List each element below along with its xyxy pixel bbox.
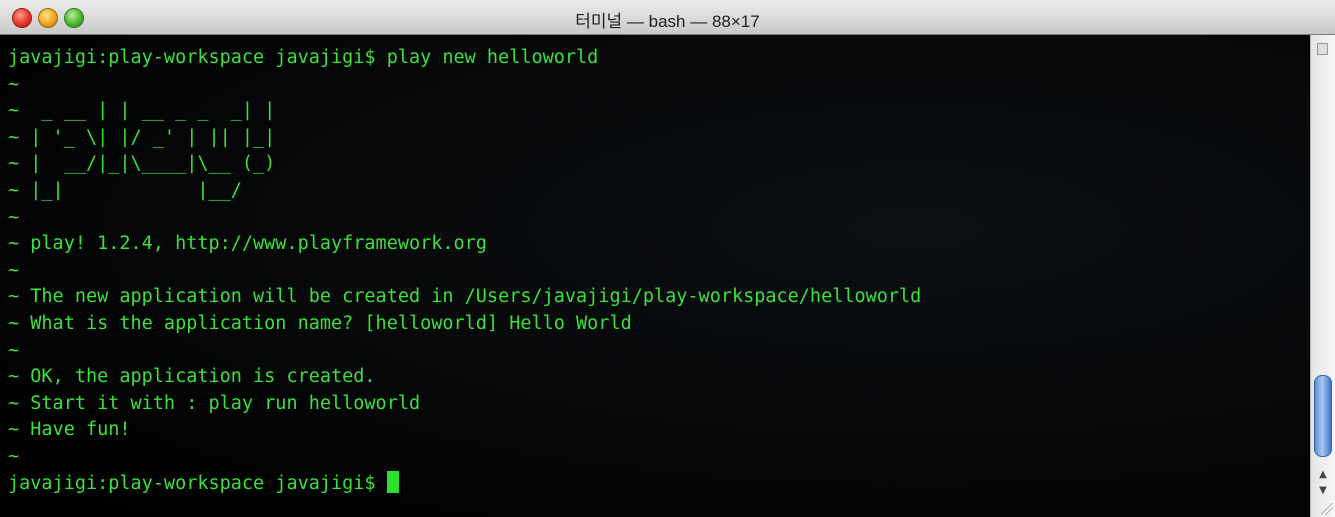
scroll-thumb[interactable] xyxy=(1314,375,1332,457)
terminal-line: ~ The new application will be created in… xyxy=(8,286,922,308)
terminal-output[interactable]: javajigi:play-workspace javajigi$ play n… xyxy=(0,35,1311,517)
scroll-up-arrow-icon[interactable]: ▲ xyxy=(1311,467,1335,483)
ascii-art-line: ~ |_| |__/ xyxy=(8,179,242,201)
terminal-line: javajigi:play-workspace javajigi$ play n… xyxy=(8,47,599,68)
terminal-line: ~ xyxy=(8,445,20,467)
title-bar[interactable]: 터미널 — bash — 88×17 xyxy=(0,0,1335,35)
terminal-line: ~ Have fun! xyxy=(8,419,131,441)
terminal-line: ~ Start it with : play run helloworld xyxy=(8,392,421,414)
terminal-line: ~ xyxy=(8,339,20,361)
ascii-art-line: ~ | '_ \| |/ _' | || |_| xyxy=(8,126,276,148)
prompt-line[interactable]: javajigi:play-workspace javajigi$ xyxy=(8,470,1311,498)
terminal-line: ~ xyxy=(8,259,20,281)
terminal-window: 터미널 — bash — 88×17 javajigi:play-workspa… xyxy=(0,0,1335,517)
scroll-down-arrow-icon[interactable]: ▼ xyxy=(1311,483,1335,499)
terminal-line: ~ play! 1.2.4, http://www.playframework.… xyxy=(8,233,487,255)
split-pane-icon[interactable] xyxy=(1317,43,1328,55)
terminal-line: ~ xyxy=(8,73,20,95)
text-cursor xyxy=(386,470,399,493)
terminal-line: ~ OK, the application is created. xyxy=(8,366,376,388)
terminal-line: ~ xyxy=(8,206,20,228)
ascii-art-line: ~ _ __ | | __ _ _ _| | xyxy=(8,100,276,122)
vertical-scrollbar[interactable]: ▲ ▼ xyxy=(1310,35,1335,517)
prompt-text: javajigi:play-workspace javajigi$ xyxy=(8,472,387,494)
ascii-art-line: ~ | __/|_|\____|\__ (_) xyxy=(8,153,276,175)
resize-grip-icon[interactable] xyxy=(1321,503,1333,515)
terminal-line: ~ What is the application name? [hellowo… xyxy=(8,312,632,334)
window-title: 터미널 — bash — 88×17 xyxy=(575,12,760,31)
